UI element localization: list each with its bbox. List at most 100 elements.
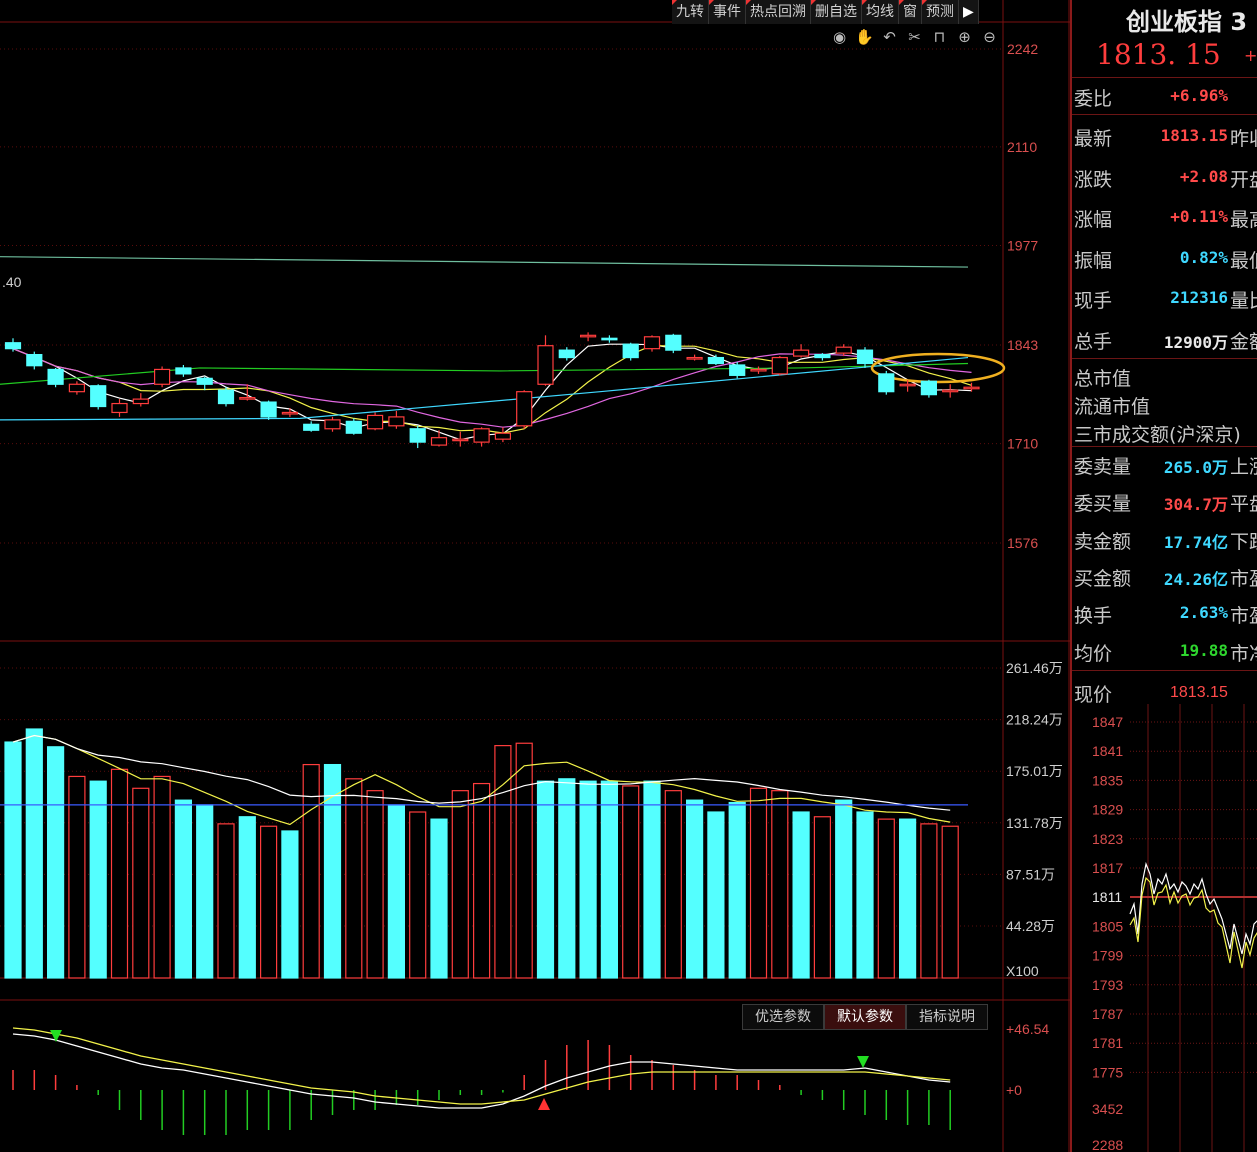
quote-label: 振幅 <box>1074 249 1113 272</box>
zoom-in-icon[interactable]: ⊕ <box>955 28 974 47</box>
sell-signal-arrow-icon <box>50 1030 62 1042</box>
quote-row: 总手 12900万金额 <box>1074 323 1257 357</box>
optimal-params-button[interactable]: 优选参数 <box>742 1004 824 1030</box>
quote-right-label: 量比 <box>1230 290 1257 312</box>
volume-bar-up <box>260 825 278 979</box>
mini-axis-label: 1835 <box>1092 772 1123 788</box>
macd-axis-label: +46.54 <box>1006 1021 1049 1037</box>
zoom-out-icon[interactable]: ⊖ <box>980 28 999 47</box>
volume-bar-down <box>536 780 555 979</box>
undo-icon[interactable]: ↶ <box>880 28 899 47</box>
mini-axis-label: 1817 <box>1092 860 1123 876</box>
divider <box>1072 446 1257 447</box>
candle-down <box>878 373 895 393</box>
price-axis-label: 1576 <box>1007 535 1038 551</box>
candle-down <box>217 389 235 405</box>
chart-toolbar: 九转 事件 热点回溯 删自选 均线 窗 预测 ▶ <box>672 0 979 24</box>
trade-right-label: 平盘 <box>1230 493 1257 516</box>
quote-value: 12900万 <box>1163 332 1228 352</box>
volume-bar-up <box>409 811 427 979</box>
volume-bar-down <box>579 780 597 979</box>
mini-volume-axis-label: 3452 <box>1092 1101 1123 1117</box>
toolbar-moving-average[interactable]: 均线 <box>862 0 899 24</box>
candle-up <box>388 416 405 427</box>
candle-down <box>707 356 725 365</box>
indicator-help-button[interactable]: 指标说明 <box>906 1004 988 1030</box>
float-market-cap-label: 流通市值 <box>1074 396 1151 418</box>
trade-label: 均价 <box>1074 642 1113 665</box>
mini-axis-label: 1775 <box>1092 1064 1123 1080</box>
toolbar-events[interactable]: 事件 <box>709 0 746 24</box>
quote-label: 最新 <box>1074 128 1113 150</box>
volume-bar-down <box>174 799 192 979</box>
scissors-icon[interactable]: ✂ <box>905 28 924 47</box>
candle-down <box>729 364 746 376</box>
volume-bar-up <box>345 778 363 979</box>
trade-label: 买金额 <box>1074 567 1132 590</box>
volume-bar-down <box>600 780 619 979</box>
toolbar-window[interactable]: 窗 <box>899 0 922 24</box>
three-market-turnover-label: 三市成交额(沪深京) <box>1074 424 1241 446</box>
volume-bar-down <box>430 818 448 979</box>
trade-label: 换手 <box>1074 605 1113 628</box>
volume-bar-down <box>387 804 405 979</box>
mini-axis-label: 1805 <box>1092 918 1123 934</box>
intraday-mini-chart[interactable]: 1847 1841 1835 1829 1823 1817 1811 1805 1799 1793… <box>1072 704 1257 1152</box>
quote-label: 涨幅 <box>1074 209 1113 231</box>
candle-down <box>26 353 43 367</box>
quote-value: 212316 <box>1170 288 1228 307</box>
price-axis-label: 1843 <box>1007 337 1038 353</box>
volume-bar-down <box>835 799 853 979</box>
candle-up <box>367 414 384 430</box>
hand-icon[interactable]: ✋ <box>855 28 874 47</box>
quote-value: 1813.15 <box>1160 126 1228 145</box>
trade-row: 委卖量 265.0万上涨 <box>1074 448 1257 482</box>
candle-down <box>920 380 938 396</box>
weibi-row: 委比 +6.96% <box>1074 80 1257 114</box>
eye-icon[interactable]: ◉ <box>830 28 849 47</box>
candle-up <box>942 389 959 393</box>
candle-down <box>90 385 107 408</box>
candle-down <box>558 349 575 359</box>
kline-chart[interactable]: 2242 2110 1977 1843 1710 1576 .40 261.46万 218.24… <box>0 0 1070 1152</box>
divider <box>1072 358 1257 359</box>
toolbar-forecast[interactable]: 预测 <box>922 0 959 24</box>
quote-value: +0.11% <box>1170 207 1228 226</box>
trade-value: 19.88 <box>1179 640 1228 660</box>
toolbar-remove-watchlist[interactable]: 删自选 <box>811 0 862 24</box>
candle-up <box>239 397 256 400</box>
volume-axis-label: 218.24万 <box>1006 712 1063 728</box>
volume-bar-down <box>728 801 746 979</box>
mini-axis-label: 1847 <box>1092 714 1123 730</box>
candle-down <box>4 342 22 350</box>
volume-bar-up <box>771 790 789 979</box>
trade-row: 均价 19.88市净 <box>1074 635 1257 669</box>
mini-price: 1813.15 <box>1170 684 1228 701</box>
price-axis-label: 2242 <box>1007 41 1038 57</box>
price-axis-label: 1977 <box>1007 238 1038 254</box>
candle-up <box>68 383 86 393</box>
mini-price-line <box>1129 861 1257 955</box>
toolbar-jiuzhuan[interactable]: 九转 <box>672 0 709 24</box>
lock-icon[interactable]: ⊓ <box>930 28 949 47</box>
volume-bar-down <box>89 780 107 979</box>
mini-axis-label: 1799 <box>1092 948 1123 964</box>
volume-bar-up <box>132 787 150 979</box>
candle-up <box>430 437 448 446</box>
mini-axis-label: 1841 <box>1092 743 1123 759</box>
price-axis-label: 2110 <box>1007 139 1037 155</box>
quote-label: 总手 <box>1074 330 1113 353</box>
toolbar-exit-arrow-icon[interactable]: ▶ <box>959 0 979 24</box>
index-change: +2 <box>1244 46 1257 65</box>
candle-up <box>473 428 490 443</box>
toolbar-hotspot-review[interactable]: 热点回溯 <box>746 0 811 24</box>
quote-right-label: 最高 <box>1230 209 1257 231</box>
candle-up <box>154 368 171 385</box>
trade-right-label: 下跌 <box>1230 530 1257 553</box>
candle-up <box>750 368 767 372</box>
default-params-button[interactable]: 默认参数 <box>824 1004 906 1030</box>
ma10-line <box>12 344 972 434</box>
volume-axis-label: X100 <box>1006 963 1039 979</box>
candle-up <box>899 383 916 387</box>
index-title: 创业板指 3 <box>1126 8 1248 36</box>
